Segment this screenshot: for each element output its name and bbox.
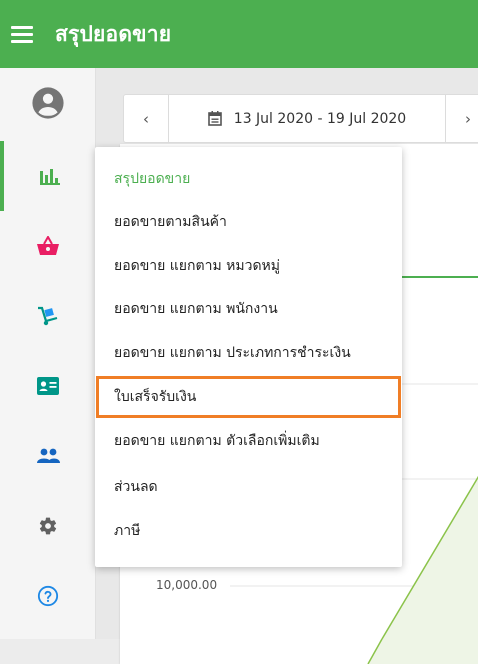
sidebar-item-settings[interactable] — [0, 491, 95, 561]
menu-item-sales-by-category[interactable]: ยอดขาย แยกตาม หมวดหมู่ — [95, 244, 402, 288]
menu-item-sales-by-modifier[interactable]: ยอดขาย แยกตาม ตัวเลือกเพิ่มเติม — [95, 419, 402, 463]
menu-item-discounts[interactable]: ส่วนลด — [95, 465, 402, 509]
reports-menu: สรุปยอดขาย ยอดขายตามสินค้า ยอดขาย แยกตาม… — [95, 147, 402, 567]
menu-item-sales-by-employee[interactable]: ยอดขาย แยกตาม พนักงาน — [95, 287, 402, 331]
menu-item-sales-by-item[interactable]: ยอดขายตามสินค้า — [95, 200, 402, 244]
gear-icon — [39, 517, 56, 535]
menu-item-receipts[interactable]: ใบเสร็จรับเงิน — [95, 375, 402, 419]
date-range-text: 13 Jul 2020 - 19 Jul 2020 — [233, 110, 407, 127]
sidebar-item-sales[interactable] — [0, 211, 95, 281]
menu-item-sales-summary[interactable]: สรุปยอดขาย — [95, 157, 402, 201]
menu-item-sales-by-payment-type[interactable]: ยอดขาย แยกตาม ประเภทการชำระเงิน — [95, 331, 402, 375]
app-header: สรุปยอดขาย — [0, 0, 478, 68]
date-range-bar: ‹ 13 Jul 2020 - 19 Jul 2020 › — [123, 94, 478, 143]
sidebar-item-employees[interactable] — [0, 421, 95, 491]
sidebar-item-customers[interactable] — [0, 351, 95, 421]
calendar-icon — [207, 111, 222, 126]
help-icon — [37, 585, 58, 607]
contact-card-icon — [36, 377, 59, 395]
people-icon — [36, 448, 60, 463]
date-range-picker[interactable]: 13 Jul 2020 - 19 Jul 2020 — [169, 111, 445, 127]
basket-icon — [36, 236, 59, 255]
bar-chart-icon — [39, 169, 60, 185]
sidebar — [0, 68, 96, 639]
sidebar-item-inventory[interactable] — [0, 281, 95, 351]
sidebar-item-help[interactable] — [0, 561, 95, 631]
menu-icon[interactable] — [11, 26, 33, 43]
sidebar-item-reports[interactable] — [0, 141, 95, 211]
y-tick-label: 10,000.00 — [156, 578, 218, 592]
next-range-button[interactable]: › — [445, 95, 478, 142]
prev-range-button[interactable]: ‹ — [124, 95, 169, 142]
page-title: สรุปยอดขาย — [55, 21, 172, 46]
menu-item-taxes[interactable]: ภาษี — [95, 509, 402, 553]
hand-truck-icon — [37, 306, 57, 326]
account-icon — [31, 87, 64, 119]
sidebar-item-account[interactable] — [0, 68, 95, 138]
